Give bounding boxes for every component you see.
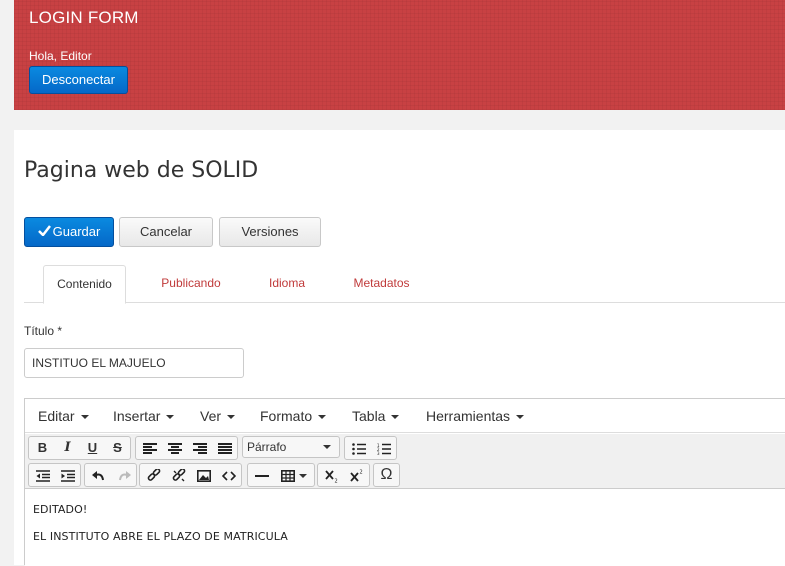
editor-toolbar: B I U S Párrafo 123 2 2 Ω (25, 434, 785, 489)
menu-tabla-label: Tabla (352, 408, 386, 424)
outdent-icon[interactable] (30, 464, 55, 486)
save-button[interactable]: Guardar (24, 217, 114, 247)
tab-idioma[interactable]: Idioma (259, 265, 315, 303)
subscript-icon[interactable]: 2 (319, 464, 344, 486)
rich-text-editor: Editar Insertar Ver Formato Tabla Herram… (24, 398, 785, 566)
menu-editar[interactable]: Editar (38, 399, 89, 433)
numbered-list-icon[interactable]: 123 (371, 437, 396, 459)
menu-herramientas-label: Herramientas (426, 408, 511, 424)
menu-ver[interactable]: Ver (200, 399, 236, 433)
menu-editar-label: Editar (38, 408, 75, 424)
tab-publicando[interactable]: Publicando (151, 265, 231, 303)
image-icon[interactable] (191, 464, 216, 486)
align-justify-icon[interactable] (212, 437, 237, 459)
site-title: LOGIN FORM (29, 8, 139, 27)
title-input[interactable] (24, 348, 244, 378)
special-char-group: Ω (373, 463, 400, 487)
align-left-icon[interactable] (137, 437, 162, 459)
site-header: LOGIN FORM Hola, Editor Desconectar (14, 0, 785, 110)
format-select[interactable]: Párrafo (242, 436, 340, 458)
strikethrough-icon[interactable]: S (105, 437, 130, 459)
alignment-group (135, 436, 238, 460)
title-field-label: Título * (24, 324, 63, 338)
underline-icon[interactable]: U (80, 437, 105, 459)
menu-formato-label: Formato (260, 408, 313, 424)
italic-icon[interactable]: I (55, 437, 80, 459)
redo-icon[interactable] (111, 464, 136, 486)
link-icon[interactable] (141, 464, 166, 486)
horizontal-rule-icon[interactable] (249, 464, 274, 486)
tab-bar: Contenido Publicando Idioma Metadatos (24, 265, 785, 304)
caret-down-icon (318, 415, 327, 420)
unlink-icon[interactable] (166, 464, 191, 486)
versions-button[interactable]: Versiones (219, 217, 321, 247)
caret-down-icon (516, 415, 525, 420)
code-icon[interactable] (216, 464, 241, 486)
table-icon[interactable] (275, 464, 313, 486)
undo-icon[interactable] (86, 464, 111, 486)
main-content: Pagina web de SOLID Guardar Cancelar Ver… (14, 130, 785, 566)
caret-down-icon (391, 415, 400, 420)
menu-formato[interactable]: Formato (260, 399, 327, 433)
script-group: 2 2 (317, 463, 370, 487)
indent-icon[interactable] (55, 464, 80, 486)
menu-insertar[interactable]: Insertar (113, 399, 175, 433)
format-select-value: Párrafo (247, 440, 287, 454)
caret-down-icon (323, 445, 331, 449)
caret-down-icon (166, 415, 175, 420)
menu-insertar-label: Insertar (113, 408, 161, 424)
layout-group (247, 463, 315, 487)
bullet-list-icon[interactable] (346, 437, 371, 459)
editor-paragraph: EL INSTITUTO ABRE EL PLAZO DE MATRICULA (33, 530, 288, 543)
indent-group (28, 463, 81, 487)
history-group (84, 463, 137, 487)
menu-ver-label: Ver (200, 408, 222, 424)
text-style-group: B I U S (28, 436, 131, 460)
caret-down-icon (299, 473, 307, 478)
list-group: 123 (344, 436, 397, 460)
menu-tabla[interactable]: Tabla (352, 399, 400, 433)
special-char-icon[interactable]: Ω (374, 464, 399, 486)
caret-down-icon (80, 415, 89, 420)
user-greeting: Hola, Editor (29, 49, 92, 63)
align-center-icon[interactable] (162, 437, 187, 459)
svg-text:2: 2 (334, 478, 337, 483)
checkmark-icon (37, 218, 51, 246)
svg-text:2: 2 (359, 469, 362, 475)
bold-icon[interactable]: B (30, 437, 55, 459)
editor-content[interactable]: EDITADO! EL INSTITUTO ABRE EL PLAZO DE M… (25, 490, 785, 566)
logout-button[interactable]: Desconectar (29, 66, 128, 94)
page-title: Pagina web de SOLID (24, 158, 259, 183)
editor-paragraph: EDITADO! (33, 503, 88, 516)
tab-contenido[interactable]: Contenido (43, 265, 126, 304)
editor-menubar: Editar Insertar Ver Formato Tabla Herram… (25, 399, 785, 433)
cancel-button[interactable]: Cancelar (119, 217, 213, 247)
align-right-icon[interactable] (187, 437, 212, 459)
superscript-icon[interactable]: 2 (344, 464, 369, 486)
tab-metadatos[interactable]: Metadatos (344, 265, 419, 303)
menu-herramientas[interactable]: Herramientas (426, 399, 525, 433)
caret-down-icon (227, 415, 236, 420)
svg-text:3: 3 (377, 451, 380, 455)
insert-group (139, 463, 242, 487)
save-button-label: Guardar (52, 224, 101, 239)
